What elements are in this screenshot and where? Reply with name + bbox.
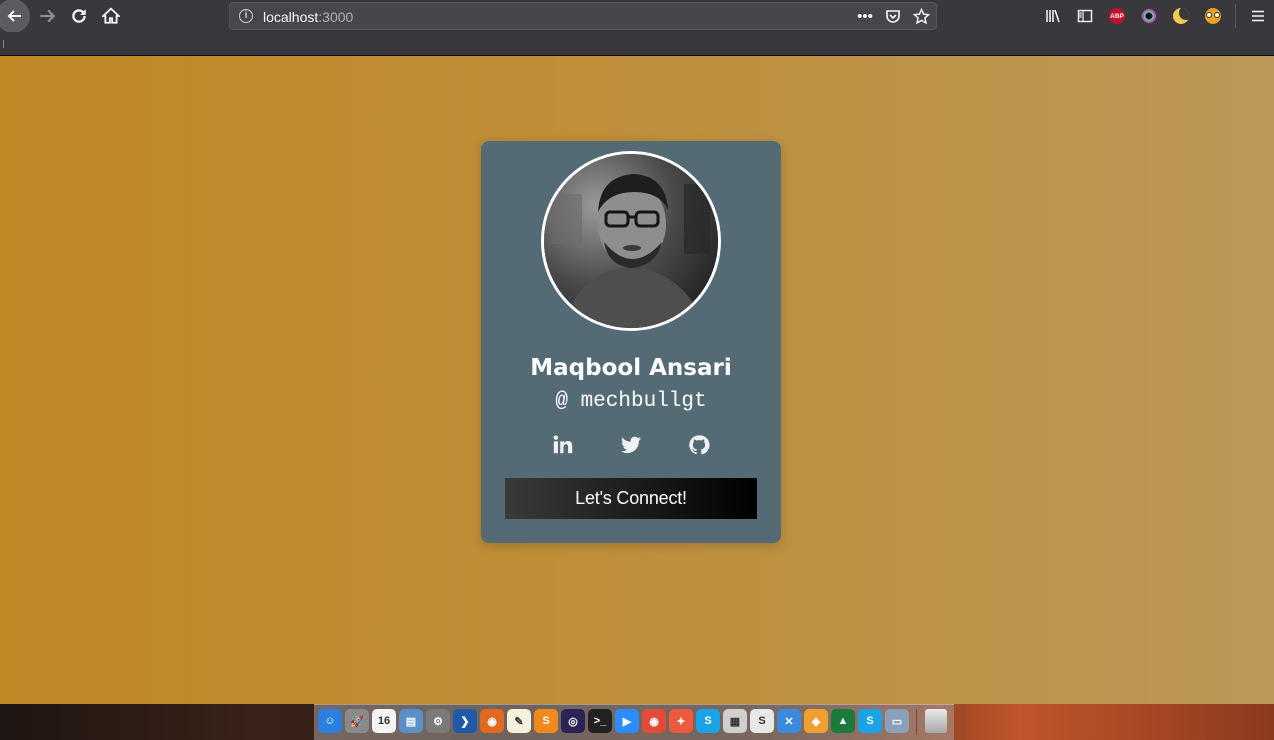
forward-button[interactable] xyxy=(31,0,63,32)
dark-mode-icon[interactable] xyxy=(1165,0,1197,32)
notes-dock-icon[interactable]: ✎ xyxy=(507,709,531,733)
chrome-dock-icon[interactable]: ◉ xyxy=(642,709,666,733)
twitter-icon xyxy=(620,436,642,454)
page-background: Maqbool Ansari @ mechbullgt Let's Connec… xyxy=(0,56,1274,704)
back-button-highlight xyxy=(0,0,30,33)
linkedin-link[interactable] xyxy=(551,433,575,457)
reload-icon xyxy=(72,9,86,23)
dock-apps: ☺ 🚀 16 ▤ ⚙ ❯ ◉ ✎ S ◎ >_ ▶ ◉ ✦ S ▦ S ✕ ◆ ▲ S ▭ xyxy=(318,709,909,733)
system-preferences-dock-icon[interactable]: ⚙ xyxy=(426,709,450,733)
reload-button[interactable] xyxy=(63,0,95,32)
launchpad-dock-icon[interactable]: 🚀 xyxy=(345,709,369,733)
url-text[interactable]: localhost:3000 xyxy=(263,9,353,25)
adblock-plus-icon[interactable]: ABP xyxy=(1101,0,1133,32)
page-actions-icon[interactable]: ••• xyxy=(856,6,874,26)
skype-alt-dock-icon[interactable]: S xyxy=(750,709,774,733)
dock-divider xyxy=(916,709,917,735)
textedit-dock-icon[interactable]: ▦ xyxy=(723,709,747,733)
macos-dock: ☺ 🚀 16 ▤ ⚙ ❯ ◉ ✎ S ◎ >_ ▶ ◉ ✦ S ▦ S ✕ ◆ ▲ S ▭ xyxy=(314,704,954,740)
library-icon[interactable] xyxy=(1037,0,1069,32)
lets-connect-button[interactable]: Let's Connect! xyxy=(505,478,757,519)
sourcetree-dock-icon[interactable]: ▲ xyxy=(831,709,855,733)
sublime-text-dock-icon[interactable]: S xyxy=(534,709,558,733)
finder-dock-icon[interactable]: ☺ xyxy=(318,709,342,733)
xcode-dock-icon[interactable]: ✕ xyxy=(777,709,801,733)
url-bar[interactable]: i localhost:3000 ••• xyxy=(229,2,937,30)
color-picker-icon[interactable] xyxy=(1133,0,1165,32)
back-button[interactable] xyxy=(0,0,32,33)
browser-toolbar: i localhost:3000 ••• ABP xyxy=(0,0,1274,33)
home-button[interactable] xyxy=(95,0,127,32)
sidebar-icon[interactable] xyxy=(1069,0,1101,32)
github-icon xyxy=(689,435,710,455)
site-info-icon[interactable]: i xyxy=(239,9,253,23)
trash-icon[interactable] xyxy=(925,709,947,733)
profile-handle: @ mechbullgt xyxy=(555,390,707,413)
screenshot-dock-icon[interactable]: ▭ xyxy=(885,709,909,733)
preview-dock-icon[interactable]: ▤ xyxy=(399,709,423,733)
cyberduck-dock-icon[interactable]: ◆ xyxy=(804,709,828,733)
url-host: localhost xyxy=(263,9,319,25)
vscode-dock-icon[interactable]: ❯ xyxy=(453,709,477,733)
bookmark-star-icon[interactable] xyxy=(912,6,930,26)
profile-name: Maqbool Ansari xyxy=(530,355,732,381)
linkedin-icon xyxy=(553,435,573,454)
home-icon xyxy=(102,7,120,24)
firefox-dock-icon[interactable]: ◉ xyxy=(480,709,504,733)
safari-dock-icon[interactable]: ✦ xyxy=(669,709,693,733)
eclipse-dock-icon[interactable]: ◎ xyxy=(561,709,585,733)
profile-avatar xyxy=(541,151,721,331)
twitter-link[interactable] xyxy=(619,433,643,457)
terminal-dock-icon[interactable]: >_ xyxy=(588,709,612,733)
back-arrow-icon xyxy=(7,10,21,22)
bookmarks-toolbar xyxy=(0,32,1274,56)
zoom-dock-icon[interactable]: ▶ xyxy=(615,709,639,733)
forward-arrow-icon xyxy=(40,9,56,23)
adblock-plus-label: ABP xyxy=(1109,8,1125,24)
owl-extension-icon[interactable] xyxy=(1197,0,1229,32)
avatar-photo xyxy=(544,154,718,328)
skype-blue-dock-icon[interactable]: S xyxy=(858,709,882,733)
pocket-icon[interactable] xyxy=(884,6,902,26)
menu-icon[interactable] xyxy=(1242,0,1274,32)
calendar-dock-icon[interactable]: 16 xyxy=(372,709,396,733)
profile-card: Maqbool Ansari @ mechbullgt Let's Connec… xyxy=(481,141,781,543)
toolbar-separator xyxy=(1235,4,1236,28)
github-link[interactable] xyxy=(687,433,711,457)
url-port: :3000 xyxy=(318,9,354,25)
skype-dock-icon[interactable]: S xyxy=(696,709,720,733)
social-links xyxy=(481,433,781,457)
